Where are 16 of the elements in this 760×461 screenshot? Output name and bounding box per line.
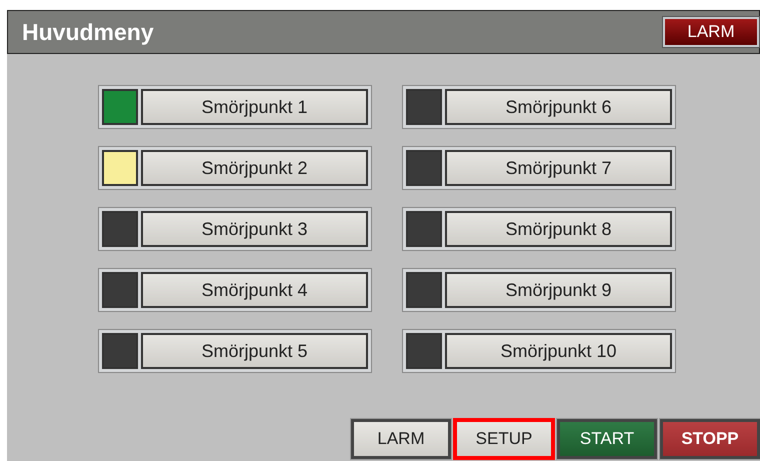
- lube-point-button[interactable]: Smörjpunkt 7: [445, 150, 672, 186]
- lube-point-button[interactable]: Smörjpunkt 2: [141, 150, 368, 186]
- lube-point-button[interactable]: Smörjpunkt 4: [141, 272, 368, 308]
- alarm-button[interactable]: LARM: [663, 17, 759, 47]
- lube-point-button[interactable]: Smörjpunkt 1: [141, 89, 368, 125]
- lube-point-button[interactable]: Smörjpunkt 8: [445, 211, 672, 247]
- lube-point-button[interactable]: Smörjpunkt 3: [141, 211, 368, 247]
- lube-point-button[interactable]: Smörjpunkt 10: [445, 333, 672, 369]
- window-title: Huvudmeny: [22, 18, 154, 46]
- command-button[interactable]: LARM: [351, 419, 451, 459]
- lube-point-button[interactable]: Smörjpunkt 9: [445, 272, 672, 308]
- command-button[interactable]: SETUP: [454, 419, 554, 459]
- lube-point-button[interactable]: Smörjpunkt 5: [141, 333, 368, 369]
- command-button[interactable]: STOPP: [660, 419, 760, 459]
- command-button[interactable]: START: [557, 419, 657, 459]
- lube-point-button[interactable]: Smörjpunkt 6: [445, 89, 672, 125]
